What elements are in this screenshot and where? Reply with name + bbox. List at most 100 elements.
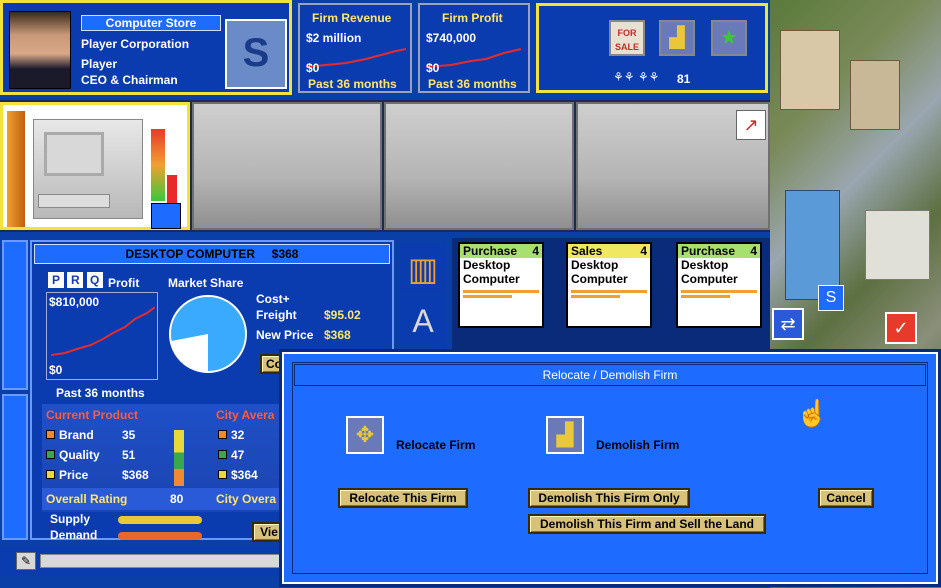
unit-line2: Computer [681, 272, 738, 286]
relocate-arrows-icon[interactable]: ⇄ [772, 308, 804, 340]
unit-num: 4 [640, 244, 647, 258]
building-3 [785, 190, 840, 300]
for-sale-icon[interactable]: FOR SALE [609, 20, 645, 56]
prq-r-button[interactable]: R [67, 272, 84, 288]
people-count: 81 [677, 72, 691, 86]
city-price-swatch [218, 470, 227, 479]
attr-row-quality: Quality [46, 448, 100, 462]
unit-bar [571, 295, 621, 298]
product-profit-chart[interactable]: $810,000 $0 [46, 292, 158, 380]
cost-label-1: Cost+ [256, 292, 290, 306]
bulldozer-icon[interactable]: ▟ [659, 20, 695, 56]
unit-card-header: Sales 4 [568, 244, 650, 258]
revenue-value: $2 million [306, 31, 362, 45]
unit-line2: Computer [463, 272, 520, 286]
bottom-status-bar: ✎ [0, 546, 290, 576]
quality-swatch [46, 450, 55, 459]
product-title-bar: DESKTOP COMPUTER $368 [34, 244, 390, 264]
building-4 [865, 210, 930, 280]
demolish-and-sell-button[interactable]: Demolish This Firm and Sell the Land [528, 514, 766, 534]
unit-type: Purchase [681, 244, 736, 258]
red-bar-icon [167, 175, 177, 205]
horizontal-scrollbar[interactable] [40, 554, 284, 568]
edit-icon[interactable]: ✎ [16, 552, 36, 570]
revenue-zero: $0 [306, 61, 320, 75]
city-overall-label: City Overa [216, 492, 277, 506]
demolish-firm-only-button[interactable]: Demolish This Firm Only [528, 488, 690, 508]
blue-box-icon [151, 203, 181, 229]
profit-value: $740,000 [426, 31, 477, 45]
unit-card-sales[interactable]: Sales 4 Desktop Computer [566, 242, 652, 328]
relocate-firm-icon[interactable]: ✥ [346, 416, 384, 454]
prq-buttons: P R Q [48, 272, 103, 288]
brand-value: 35 [122, 428, 136, 442]
ladder-icon[interactable]: A [400, 296, 446, 346]
cost-label-2: Freight [256, 308, 297, 322]
city-brand: 32 [218, 428, 244, 442]
company-logo[interactable]: S [225, 19, 287, 89]
building-2 [850, 60, 900, 130]
relocate-this-firm-button[interactable]: Relocate This Firm [338, 488, 468, 508]
unit-slot-4[interactable]: ↗ [576, 102, 770, 230]
monitor-screen [44, 132, 104, 176]
unit-card-purchase-1[interactable]: Purchase 4 Desktop Computer [458, 242, 544, 328]
chart-toggle-icon[interactable]: ↗ [736, 110, 766, 140]
demolish-firm-label: Demolish Firm [596, 438, 680, 452]
unit-card-purchase-2[interactable]: Purchase 4 Desktop Computer [676, 242, 762, 328]
keyboard [38, 194, 110, 208]
product-title: DESKTOP COMPUTER [125, 247, 256, 261]
city-average-header: City Avera [216, 408, 275, 422]
city-quality: 47 [218, 448, 244, 462]
quality-label: Quality [59, 448, 100, 462]
unit-slot-2[interactable] [192, 102, 382, 230]
product-profit-line [51, 306, 155, 356]
price-value: $368 [122, 468, 149, 482]
unit-type: Purchase [463, 244, 518, 258]
demand-label: Demand [50, 528, 98, 542]
city-builder-icon[interactable]: ★ [711, 20, 747, 56]
unit-num: 4 [532, 244, 539, 258]
unit-line1: Desktop [571, 258, 619, 272]
demolish-firm-icon[interactable]: ▟ [546, 416, 584, 454]
profit-panel[interactable]: Firm Profit $740,000 $0 Past 36 months [418, 3, 530, 93]
product-profit-zero: $0 [49, 363, 63, 377]
player-name: Player [81, 57, 118, 71]
profit-label: Profit [108, 276, 140, 290]
firm-type-title: Computer Store [81, 15, 221, 31]
unit-slot-3[interactable] [384, 102, 574, 230]
stack-icon[interactable]: ▥ [400, 244, 446, 294]
unit-type: Sales [571, 244, 603, 258]
prq-q-button[interactable]: Q [86, 272, 103, 288]
side-tab-2[interactable] [2, 394, 28, 540]
unit-slot-1[interactable] [0, 102, 190, 230]
price-label: Price [59, 468, 89, 482]
relocate-demolish-dialog: Relocate / Demolish Firm ✥ Relocate Firm… [282, 352, 938, 584]
cost-value: $95.02 [324, 308, 361, 322]
view-button[interactable]: Vie [252, 522, 286, 542]
city-quality-swatch [218, 450, 227, 459]
revenue-panel[interactable]: Firm Revenue $2 million $0 Past 36 month… [298, 3, 412, 93]
prq-p-button[interactable]: P [48, 272, 64, 288]
profit-zero: $0 [426, 61, 440, 75]
new-price-label: New Price [256, 328, 314, 342]
dialog-title-bar: Relocate / Demolish Firm [294, 364, 926, 386]
hand-cursor-icon: ☝ [796, 398, 829, 428]
city-price: $364 [218, 468, 258, 482]
rating-bar-icon [174, 430, 184, 486]
firm-info-panel: Computer Store Player Corporation Player… [0, 0, 292, 95]
unit-bar [463, 290, 539, 293]
cancel-button[interactable]: Cancel [818, 488, 874, 508]
side-tab-1[interactable] [2, 240, 28, 390]
demolish-check-icon[interactable]: ✓ [885, 312, 917, 344]
supply-label: Supply [50, 512, 91, 526]
city-quality-value: 47 [231, 448, 245, 462]
revenue-period: Past 36 months [308, 77, 397, 91]
city-brand-swatch [218, 430, 227, 439]
quality-value: 51 [122, 448, 136, 462]
profit-period: Past 36 months [428, 77, 517, 91]
unit-line1: Desktop [681, 258, 729, 272]
unit-card-header: Purchase 4 [460, 244, 542, 258]
revenue-trend-line [306, 48, 406, 68]
unit-line2: Computer [571, 272, 628, 286]
overall-value: 80 [170, 492, 184, 506]
